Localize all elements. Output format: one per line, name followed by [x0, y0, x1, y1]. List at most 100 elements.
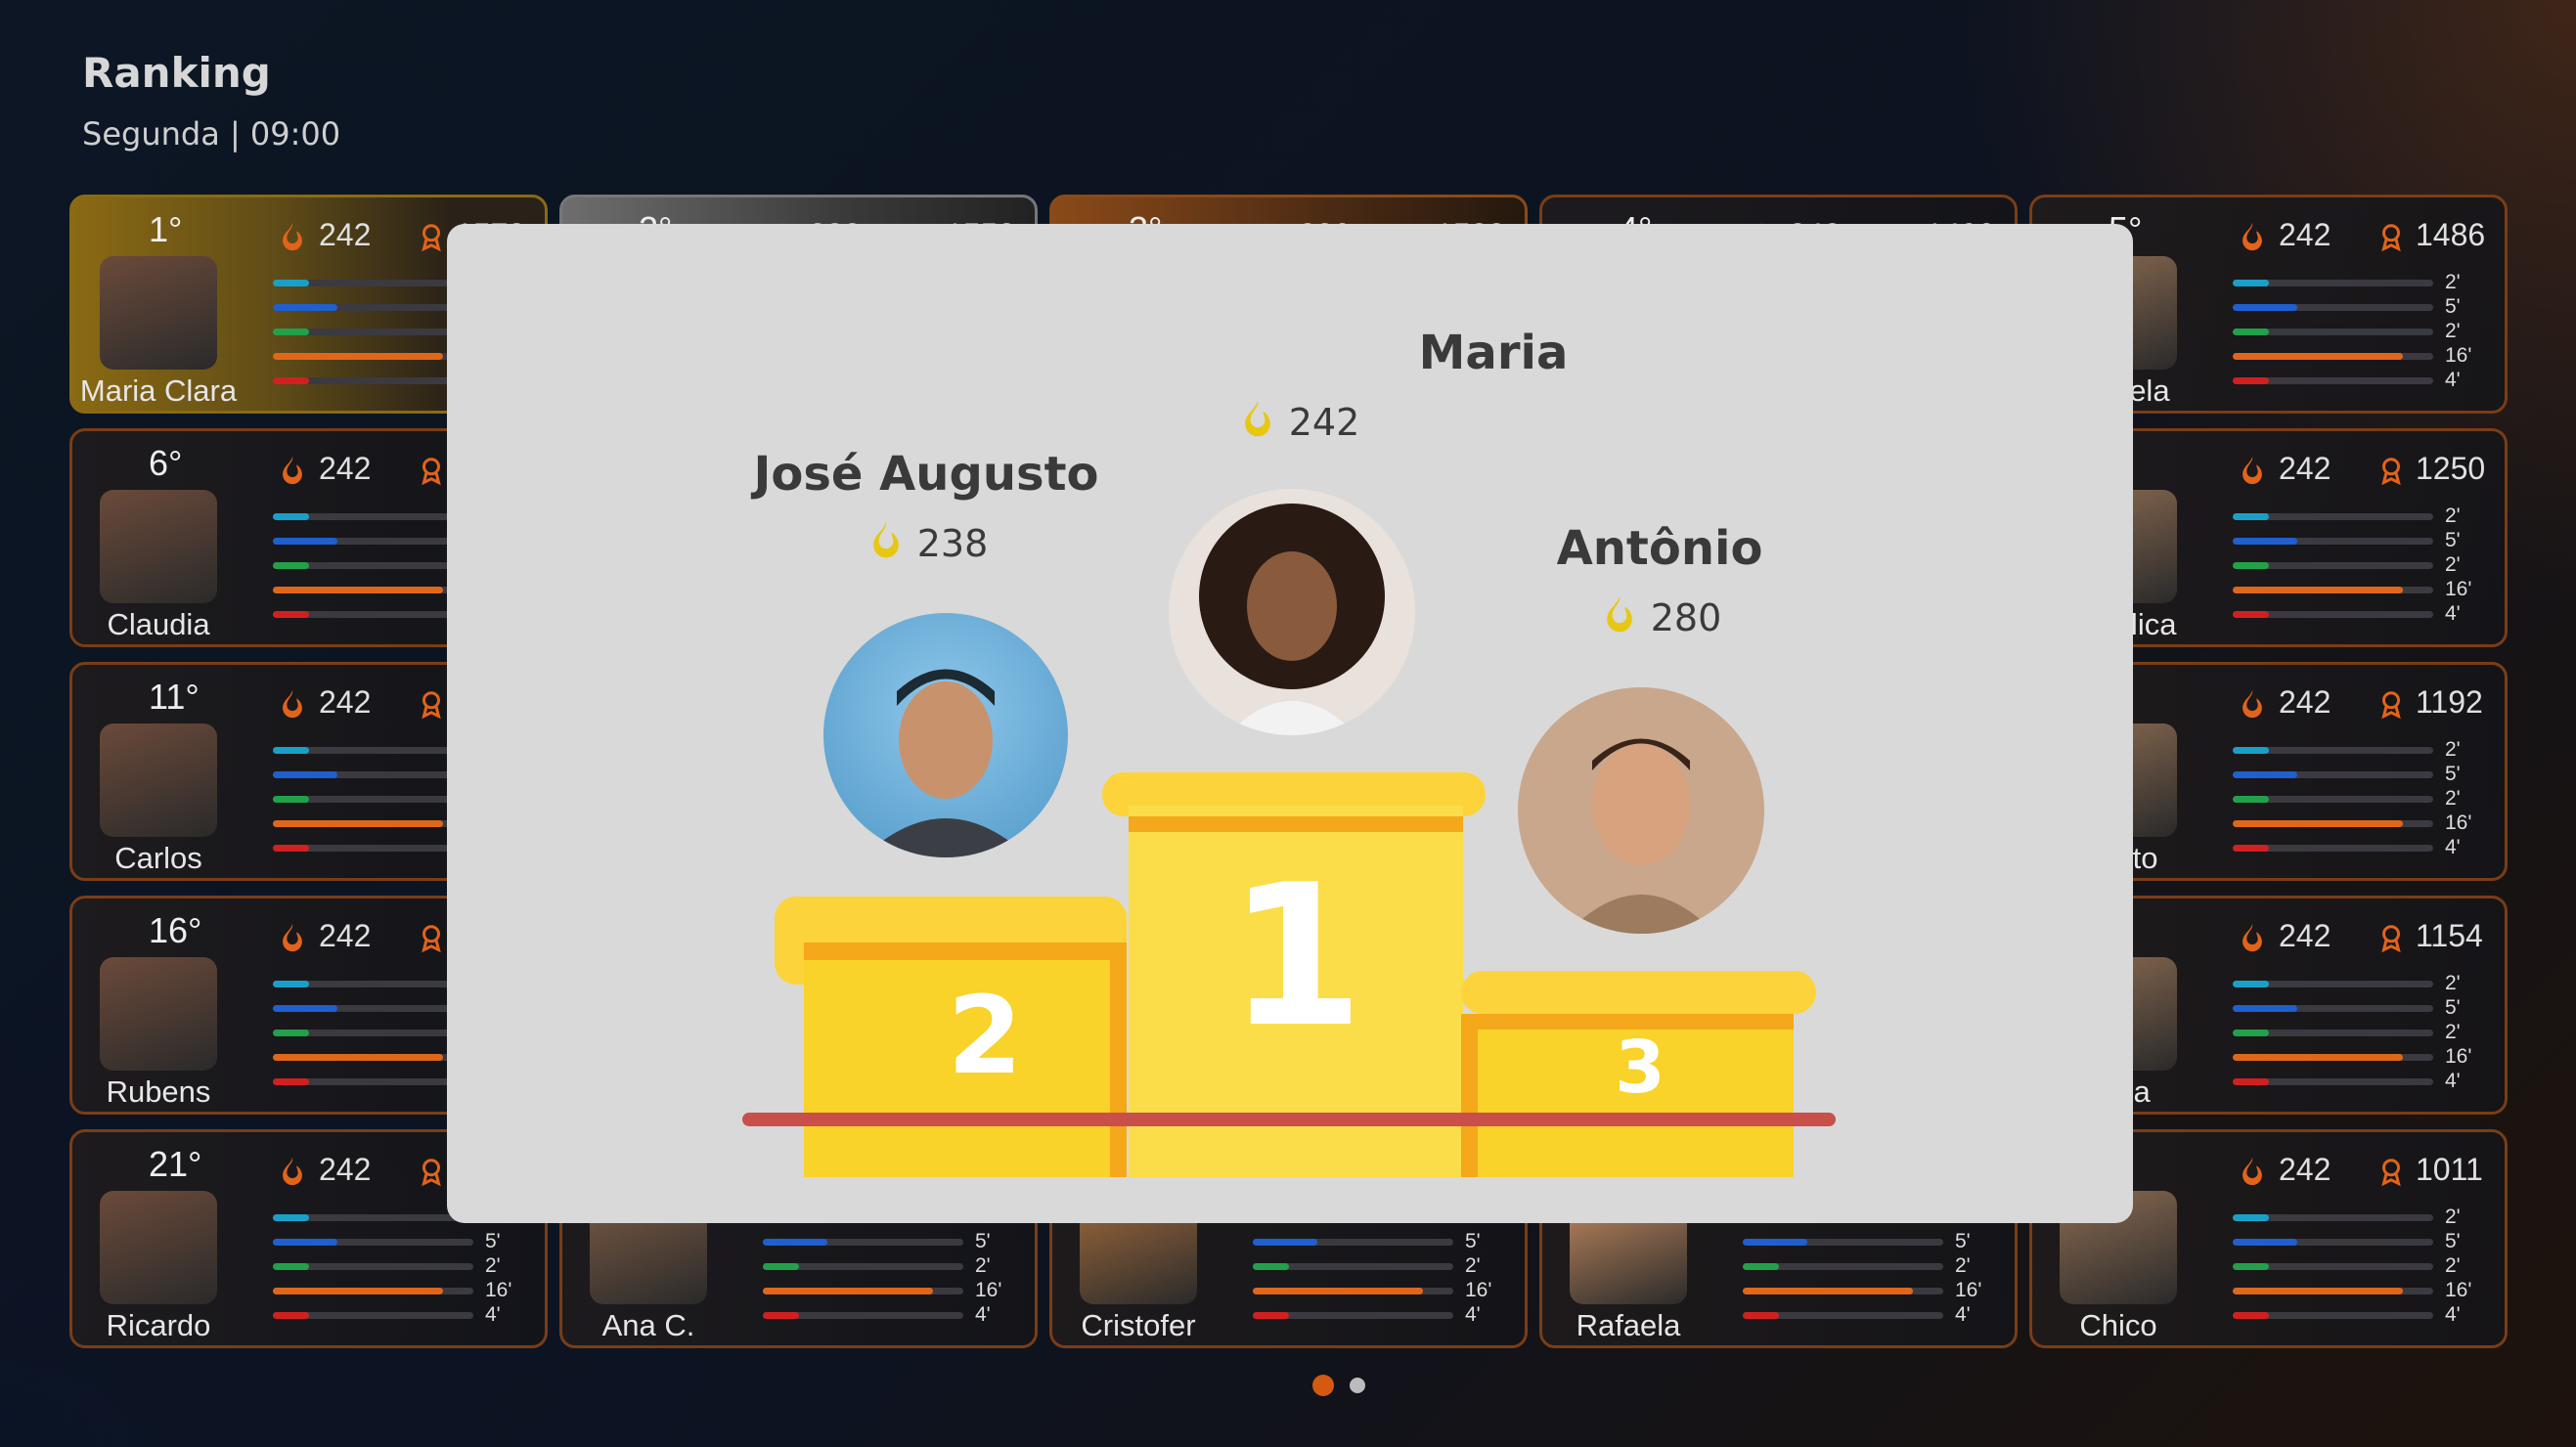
time-bars	[2233, 981, 2433, 1103]
time-label: 5'	[2445, 763, 2461, 785]
time-label: 4'	[2445, 369, 2461, 391]
time-label: 16'	[485, 1279, 512, 1301]
medal-icon	[2381, 458, 2401, 486]
time-label: 16'	[1955, 1279, 1982, 1301]
time-bar	[1253, 1263, 1453, 1270]
time-bar	[273, 1078, 473, 1085]
player-name: Carlos	[114, 841, 202, 875]
time-bar	[1253, 1312, 1453, 1319]
medal-icon	[422, 691, 441, 720]
time-label: 2'	[2445, 1206, 2461, 1228]
flame-icon	[283, 1157, 302, 1186]
medal-icon	[422, 925, 441, 953]
time-bar	[2233, 747, 2433, 754]
player-name: Maria Clara	[79, 373, 238, 408]
time-label: 16'	[2445, 344, 2472, 367]
time-label: 16'	[2445, 1045, 2472, 1068]
time-bar	[2233, 611, 2433, 618]
flame-icon	[2243, 222, 2262, 251]
flame-icon	[2243, 923, 2262, 952]
time-bar	[273, 562, 473, 569]
avatar	[100, 957, 217, 1071]
pagination	[1312, 1375, 1365, 1396]
time-bar	[2233, 771, 2433, 778]
place-number-second: 2	[947, 973, 1023, 1098]
time-bar	[2233, 981, 2433, 987]
time-label: 16'	[2445, 811, 2472, 834]
player-score: 1250	[2416, 451, 2486, 486]
player-points: 242	[319, 684, 372, 720]
medal-icon	[422, 458, 441, 486]
time-label: 4'	[1955, 1303, 1971, 1326]
time-bars	[273, 747, 473, 869]
time-bar	[2233, 1214, 2433, 1221]
time-bars	[2233, 1214, 2433, 1337]
time-bars	[273, 1214, 473, 1337]
player-points: 242	[2279, 918, 2332, 953]
time-bar	[763, 1239, 963, 1246]
page-title: Ranking	[82, 49, 271, 97]
flame-icon	[2243, 456, 2262, 485]
avatar	[100, 490, 217, 603]
player-name: Ana C.	[601, 1308, 695, 1342]
time-bar	[273, 820, 473, 827]
time-bars	[2233, 747, 2433, 869]
player-points: 242	[2279, 217, 2332, 252]
page-dot[interactable]	[1350, 1378, 1365, 1393]
time-bar	[1743, 1263, 1943, 1270]
rank-position: 1°	[149, 209, 183, 249]
time-bar	[1743, 1312, 1943, 1319]
time-bar	[763, 1263, 963, 1270]
time-label: 4'	[975, 1303, 991, 1326]
player-name: Rubens	[106, 1074, 211, 1109]
medal-icon	[422, 1159, 441, 1187]
time-label: 2'	[975, 1254, 991, 1277]
time-bar	[2233, 1312, 2433, 1319]
time-bars	[1253, 1214, 1453, 1337]
time-label: 5'	[485, 1230, 501, 1252]
podium-modal[interactable]: José Augusto 238 Maria 242 Antônio 280 2…	[447, 224, 2133, 1223]
player-points: 242	[319, 451, 372, 486]
player-points: 242	[319, 217, 372, 252]
player-name: Rafaela	[1576, 1308, 1681, 1342]
time-label: 4'	[2445, 1070, 2461, 1092]
player-name: Cristofer	[1081, 1308, 1196, 1342]
time-label: 4'	[2445, 836, 2461, 858]
avatar	[100, 724, 217, 837]
time-bar	[2233, 280, 2433, 286]
time-bar	[763, 1288, 963, 1294]
time-bars	[273, 981, 473, 1103]
time-bar	[2233, 353, 2433, 360]
time-bar	[273, 1054, 473, 1061]
time-labels: 2'5'2'16'4'	[2445, 270, 2471, 392]
time-label: 2'	[2445, 787, 2461, 810]
time-bar	[273, 796, 473, 803]
avatar	[100, 256, 217, 370]
time-label: 2'	[2445, 1021, 2461, 1043]
page-dot-active[interactable]	[1312, 1375, 1334, 1396]
flame-icon	[283, 923, 302, 952]
rank-position: 6°	[149, 443, 183, 483]
time-bars	[2233, 513, 2433, 636]
time-label: 5'	[1955, 1230, 1971, 1252]
time-bar	[763, 1312, 963, 1319]
time-label: 5'	[975, 1230, 991, 1252]
time-bar	[2233, 1005, 2433, 1012]
time-bar	[1253, 1288, 1453, 1294]
time-bar	[273, 747, 473, 754]
time-bars	[273, 513, 473, 636]
player-points: 242	[319, 918, 372, 953]
player-points: 242	[2279, 684, 2332, 720]
player-score: 1011	[2416, 1152, 2483, 1187]
time-bar	[1743, 1288, 1943, 1294]
time-bar	[273, 538, 473, 545]
time-label: 2'	[2445, 504, 2461, 527]
time-bar	[273, 1263, 473, 1270]
time-label: 2'	[2445, 738, 2461, 761]
time-label: 5'	[2445, 295, 2461, 318]
medal-icon	[2381, 691, 2401, 720]
time-label: 4'	[1465, 1303, 1481, 1326]
time-label: 4'	[2445, 1303, 2461, 1326]
time-bar	[2233, 1288, 2433, 1294]
time-bar	[273, 1312, 473, 1319]
